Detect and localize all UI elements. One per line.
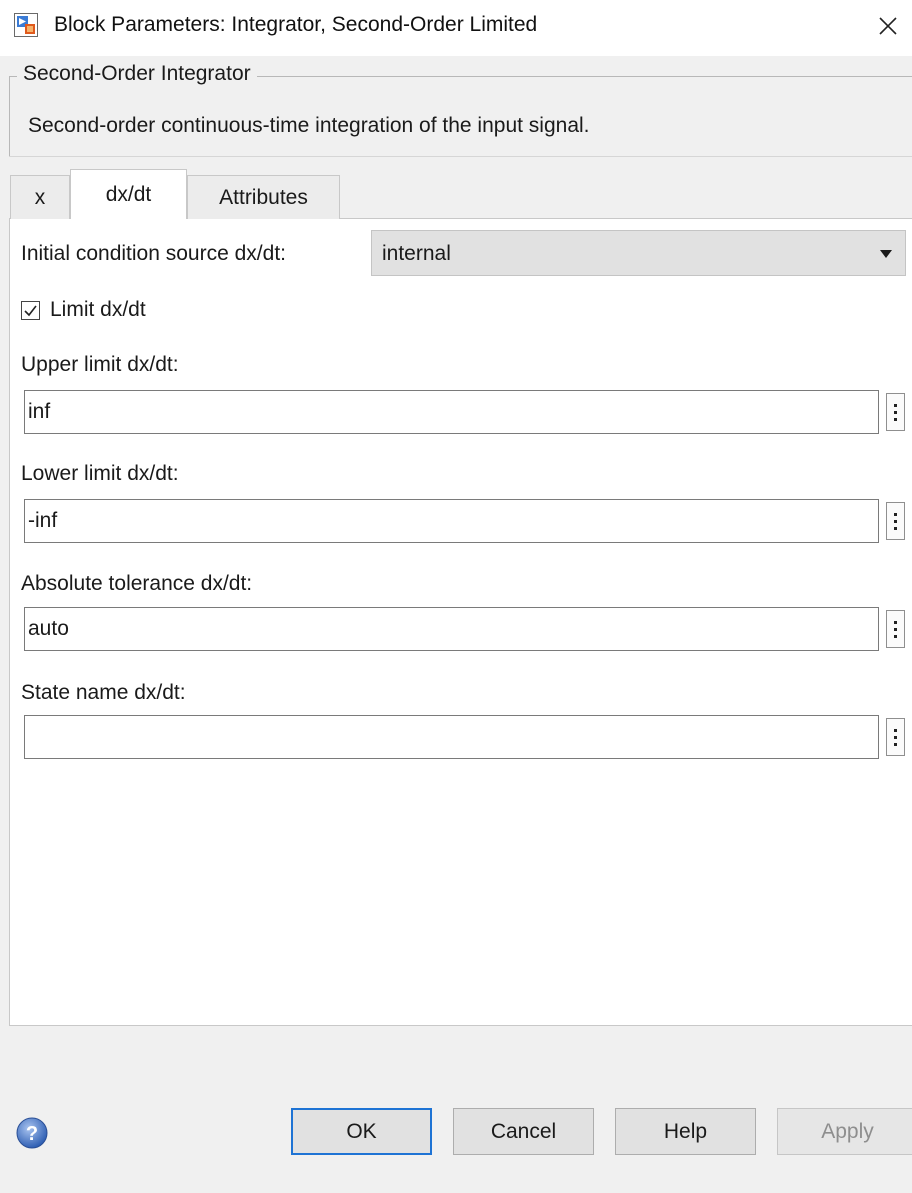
lower-limit-input[interactable] [25, 500, 878, 542]
simulink-block-icon [14, 13, 38, 37]
upper-limit-label: Upper limit dx/dt: [21, 353, 179, 376]
checkmark-icon [24, 305, 37, 317]
help-button[interactable]: Help [615, 1108, 756, 1155]
tab-attributes[interactable]: Attributes [187, 175, 340, 219]
cancel-button[interactable]: Cancel [453, 1108, 594, 1155]
dot [894, 417, 897, 421]
upper-limit-more-button[interactable] [886, 393, 905, 431]
apply-button[interactable]: Apply [777, 1108, 912, 1155]
dot [894, 620, 897, 624]
ic-source-label: Initial condition source dx/dt: [21, 242, 286, 265]
lower-limit-field[interactable] [24, 499, 879, 543]
state-name-field[interactable] [24, 715, 879, 759]
limit-checkbox[interactable] [21, 301, 40, 320]
dot [894, 526, 897, 530]
dot [894, 735, 897, 739]
limit-label[interactable]: Limit dx/dt [50, 298, 146, 322]
chevron-down-icon [880, 250, 892, 258]
abs-tol-more-button[interactable] [886, 610, 905, 648]
dot [894, 512, 897, 516]
dot [894, 634, 897, 638]
state-name-label: State name dx/dt: [21, 681, 186, 704]
divider [9, 156, 912, 157]
dot [894, 410, 897, 414]
dot [894, 403, 897, 407]
svg-text:?: ? [26, 1123, 38, 1145]
group-title: Second-Order Integrator [17, 62, 257, 86]
lower-limit-label: Lower limit dx/dt: [21, 462, 179, 485]
close-button[interactable] [868, 6, 908, 46]
title-bar: Block Parameters: Integrator, Second-Ord… [0, 0, 912, 56]
lower-limit-more-button[interactable] [886, 502, 905, 540]
state-name-input[interactable] [25, 716, 878, 758]
dot [894, 627, 897, 631]
window-title: Block Parameters: Integrator, Second-Ord… [54, 13, 538, 36]
ok-button[interactable]: OK [291, 1108, 432, 1155]
abs-tol-label: Absolute tolerance dx/dt: [21, 572, 253, 595]
ic-source-value: internal [382, 242, 451, 265]
upper-limit-field[interactable] [24, 390, 879, 434]
ic-source-dropdown[interactable]: internal [371, 230, 906, 276]
tab-dxdt[interactable]: dx/dt [70, 169, 187, 219]
dot [894, 728, 897, 732]
abs-tol-field[interactable] [24, 607, 879, 651]
block-description: Second-order continuous-time integration… [28, 114, 590, 137]
upper-limit-input[interactable] [25, 391, 878, 433]
block-parameters-dialog: Block Parameters: Integrator, Second-Ord… [0, 0, 912, 1193]
tab-x[interactable]: x [10, 175, 70, 219]
abs-tol-input[interactable] [25, 608, 878, 650]
close-icon [879, 17, 897, 35]
dot [894, 519, 897, 523]
help-icon[interactable]: ? [16, 1117, 48, 1149]
state-name-more-button[interactable] [886, 718, 905, 756]
dot [894, 742, 897, 746]
